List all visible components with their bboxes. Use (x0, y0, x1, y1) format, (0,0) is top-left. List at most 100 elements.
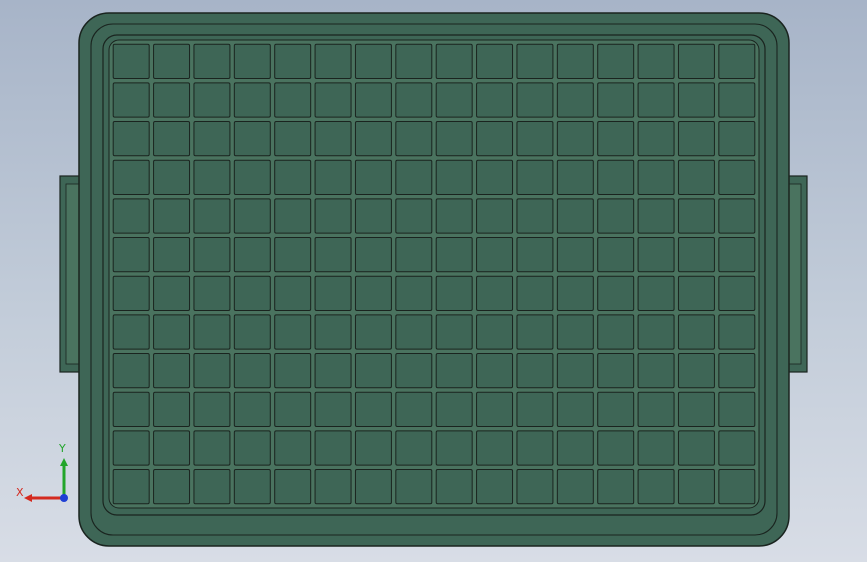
grid-cell (597, 391, 635, 427)
grid-cell (354, 430, 392, 466)
grid-cell (112, 430, 150, 466)
grid-cell (476, 159, 514, 195)
grid-cell (354, 198, 392, 234)
grid-cell (193, 159, 231, 195)
grid-cell (476, 469, 514, 505)
grid-cell (112, 469, 150, 505)
grid-cell (193, 275, 231, 311)
grid-cell (274, 198, 312, 234)
grid-cell (637, 237, 675, 273)
grid-cell (556, 198, 594, 234)
grid-cell (476, 314, 514, 350)
grid-cell (233, 43, 271, 79)
grid-cell (193, 237, 231, 273)
grid-cell (274, 469, 312, 505)
grid-cell (354, 237, 392, 273)
grid-cell (435, 237, 473, 273)
grid-cell (153, 159, 191, 195)
grid-cell (476, 121, 514, 157)
grid-cell (112, 121, 150, 157)
grid-cell (516, 237, 554, 273)
grid-cell (112, 82, 150, 118)
grid-cell (677, 469, 715, 505)
grid-cell (395, 237, 433, 273)
grid-cell (556, 314, 594, 350)
grid-cell (314, 237, 352, 273)
grid-cell (354, 391, 392, 427)
grid-cell (193, 391, 231, 427)
grid-cell (354, 469, 392, 505)
grid-cell (637, 469, 675, 505)
grid-cell (153, 198, 191, 234)
grid-cell (597, 198, 635, 234)
grid-cell (435, 430, 473, 466)
grid-cell (516, 275, 554, 311)
grid-cell (233, 314, 271, 350)
grid-cell (677, 159, 715, 195)
grid-cell (476, 430, 514, 466)
grid-cell (677, 391, 715, 427)
grid-cell (597, 82, 635, 118)
grid-cell (476, 82, 514, 118)
grid-cell (233, 275, 271, 311)
grid-cell (677, 121, 715, 157)
grid-cell (718, 314, 756, 350)
grid-cell (314, 353, 352, 389)
grid-cell (597, 353, 635, 389)
grid-cell (516, 198, 554, 234)
grid-cell (274, 430, 312, 466)
grid-cell (354, 353, 392, 389)
grid-cell (718, 391, 756, 427)
grid-cell (637, 198, 675, 234)
tray-model[interactable] (0, 0, 867, 562)
grid-cell (153, 121, 191, 157)
grid-cell (435, 469, 473, 505)
grid-cell (314, 275, 352, 311)
grid-cell (395, 275, 433, 311)
grid-cell (718, 237, 756, 273)
grid-cell (274, 43, 312, 79)
grid-cell (153, 43, 191, 79)
grid-cell (435, 391, 473, 427)
grid-cell (395, 314, 433, 350)
grid-cell (193, 430, 231, 466)
grid-cell (274, 353, 312, 389)
grid-cell (597, 159, 635, 195)
grid-cell (354, 43, 392, 79)
grid-cell (637, 353, 675, 389)
grid-cell (314, 43, 352, 79)
axis-arrows-icon (24, 458, 68, 502)
grid-cell (556, 353, 594, 389)
grid-cell (677, 237, 715, 273)
grid-cell (516, 121, 554, 157)
grid-cell (516, 314, 554, 350)
grid-cell (153, 275, 191, 311)
grid-cell (718, 430, 756, 466)
grid-cell (677, 43, 715, 79)
grid-cell (233, 198, 271, 234)
grid-cell (395, 469, 433, 505)
graphics-viewport[interactable]: X Y (0, 0, 867, 562)
grid-cell (556, 82, 594, 118)
grid-cell (516, 353, 554, 389)
grid-cell (233, 353, 271, 389)
grid-cell (597, 314, 635, 350)
coordinate-triad: X Y (10, 440, 80, 510)
grid-cell (395, 43, 433, 79)
grid-cell (435, 43, 473, 79)
grid-cell (153, 314, 191, 350)
grid-cell (193, 43, 231, 79)
grid-cell (112, 237, 150, 273)
grid-cell (193, 353, 231, 389)
grid-cell (556, 275, 594, 311)
grid-cell (677, 275, 715, 311)
grid-cell (233, 82, 271, 118)
grid-cell (395, 353, 433, 389)
grid-cell (516, 430, 554, 466)
grid-cell (597, 237, 635, 273)
grid-cell (395, 121, 433, 157)
grid-cell (112, 198, 150, 234)
grid-cell (435, 275, 473, 311)
grid-cell (193, 121, 231, 157)
grid-cell (233, 121, 271, 157)
